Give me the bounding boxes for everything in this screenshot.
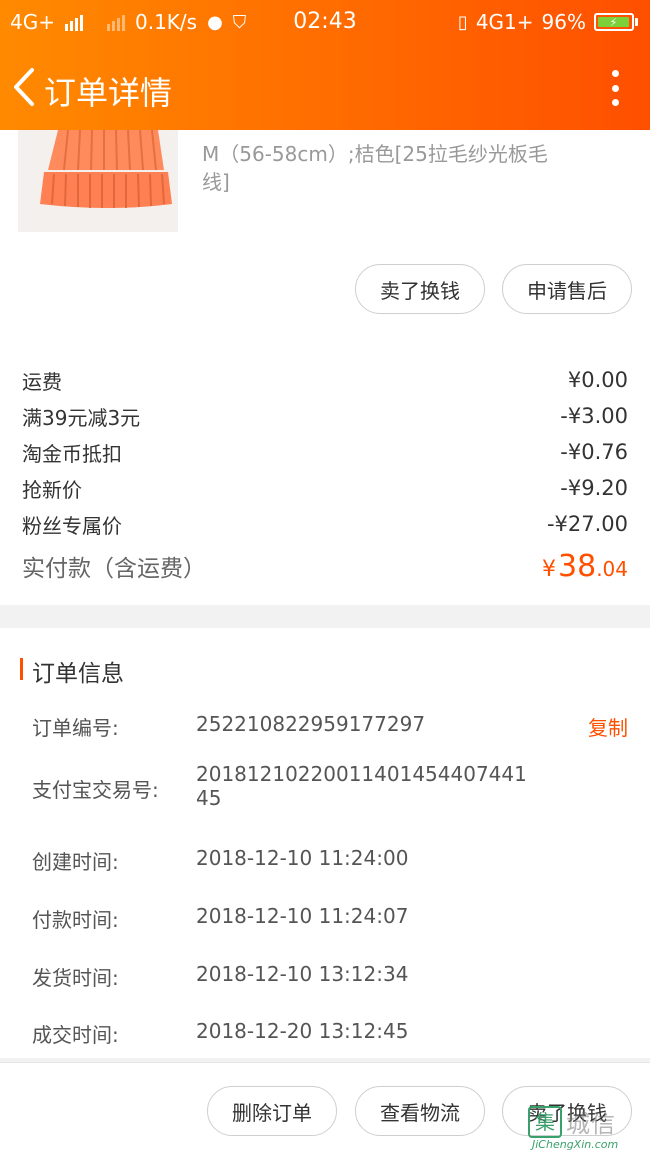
fee-row: 满39元减3元 -¥3.00 [22,398,628,434]
after-sale-button[interactable]: 申请售后 [502,264,632,314]
fee-list: 运费 ¥0.00 满39元减3元 -¥3.00 淘金币抵扣 -¥0.76 抢新价 -¥9… [22,362,628,588]
info-value: 2018-12-10 11:24:07 [196,904,409,928]
network-type-2: 4G1+ [475,10,534,34]
watermark-logo-mark: 集 [528,1106,562,1138]
info-key: 创建时间: [32,850,119,874]
info-key: 发货时间: [32,966,119,990]
battery-percent: 96% [541,10,586,34]
watermark-text: 城信 [566,1110,616,1138]
section-accent-bar [20,658,23,680]
info-value: 2018121022001140145440744145 [196,762,527,810]
fee-label: 粉丝专属价 [22,513,122,538]
product-sku: M（56-58cm）;桔色[25拉毛纱光板毛线] [202,142,548,194]
page-title: 订单详情 [44,74,173,112]
fee-value: -¥27.00 [546,512,628,536]
watermark-logo: 集 城信 JiChengXin.com [528,1104,644,1154]
product-image[interactable] [18,130,178,232]
info-key: 支付宝交易号: [32,778,159,802]
fee-value: -¥3.00 [560,404,628,428]
title-bar: 订单详情 [0,46,650,130]
fee-label: 运费 [22,369,62,394]
battery-icon: ⚡ [594,13,638,31]
total-paid-amount: ¥ 38 .04 [542,549,628,584]
fee-row: 运费 ¥0.00 [22,362,628,398]
info-key: 订单编号: [32,716,119,740]
info-key: 付款时间: [32,908,119,932]
info-value: 2018-12-20 13:12:45 [196,1019,409,1043]
currency-symbol: ¥ [542,556,556,582]
status-bar: 4G+ 0.1K/s ● ⛉ 02:43 ▯ 4G1+ 96% ⚡ [0,0,650,46]
header: 4G+ 0.1K/s ● ⛉ 02:43 ▯ 4G1+ 96% ⚡ 订单详情 [0,0,650,130]
sell-for-cash-button[interactable]: 卖了换钱 [355,264,485,314]
watermark-url: JiChengXin.com [532,1138,619,1151]
fee-label: 淘金币抵扣 [22,441,122,466]
order-summary-card: M（56-58cm）;桔色[25拉毛纱光板毛线] 卖了换钱 申请售后 运费 ¥0.… [0,130,650,605]
info-value: 2018-12-10 13:12:34 [196,962,409,986]
vibrate-icon: ▯ [457,11,468,33]
info-value: 2018-12-10 11:24:00 [196,846,409,870]
beanie-hat-image [18,130,178,232]
copy-order-number-button[interactable]: 复制 [588,712,628,741]
fee-value: -¥9.20 [560,476,628,500]
battery-fill: ⚡ [598,16,629,29]
total-paid-row: 实付款（含运费） ¥ 38 .04 [22,544,628,588]
fee-row: 抢新价 -¥9.20 [22,470,628,506]
info-value: 252210822959177297 [196,712,426,736]
info-key: 成交时间: [32,1023,119,1047]
fee-value: ¥0.00 [567,368,628,392]
more-vertical-icon[interactable] [610,70,620,106]
section-title: 订单信息 [32,661,124,687]
total-paid-label: 实付款（含运费） [22,556,206,582]
total-decimal: .04 [596,556,628,581]
fee-label: 满39元减3元 [22,405,141,430]
fee-row: 淘金币抵扣 -¥0.76 [22,434,628,470]
total-integer: 38 [558,548,597,584]
fee-row: 粉丝专属价 -¥27.00 [22,506,628,542]
view-logistics-button[interactable]: 查看物流 [355,1086,485,1136]
order-info-card: 订单信息 复制 订单编号: 252210822959177297 支付宝交易号:… [0,628,650,1058]
fee-label: 抢新价 [22,477,82,502]
delete-order-button[interactable]: 删除订单 [207,1086,337,1136]
back-arrow-icon[interactable] [8,64,44,110]
fee-value: -¥0.76 [560,440,628,464]
